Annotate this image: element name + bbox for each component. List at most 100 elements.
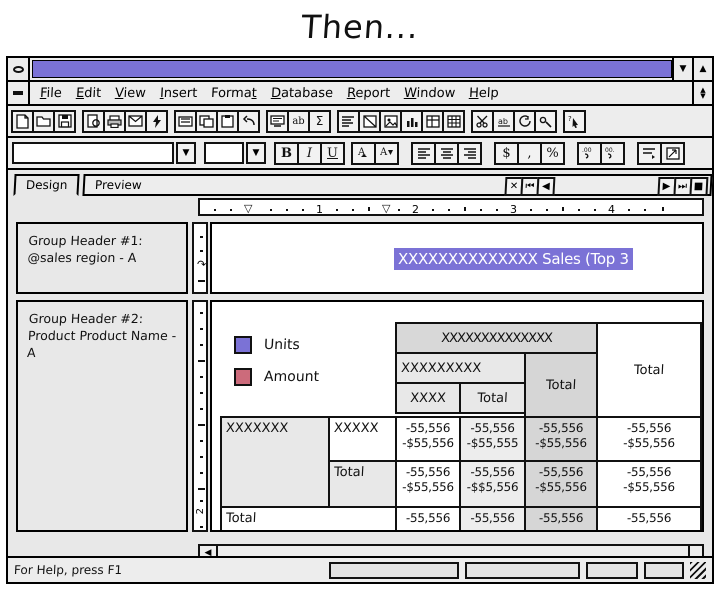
menu-view[interactable]: View: [115, 86, 147, 101]
picture-button[interactable]: [379, 109, 402, 133]
standard-toolbar: ab Σ ab ?: [8, 106, 712, 138]
grid-cell[interactable]: -55,556 -$55,556: [596, 416, 702, 462]
grid-row-sublabel[interactable]: XXXXX: [328, 416, 397, 462]
resize-grip-icon[interactable]: [690, 561, 706, 579]
link-button[interactable]: [534, 109, 557, 133]
align-center-button[interactable]: [434, 141, 459, 165]
grid-row-label[interactable]: XXXXXXX: [220, 416, 330, 508]
report-title-field[interactable]: XXXXXXXXXXXXXX Sales (Top 3: [394, 248, 633, 270]
undo-button[interactable]: [237, 109, 260, 133]
canvas-group-header-1[interactable]: XXXXXXXXXXXXXX Sales (Top 3: [210, 222, 704, 294]
menu-format[interactable]: Format: [211, 86, 258, 101]
insert-field-button[interactable]: ab: [287, 109, 310, 133]
grid-total-cell[interactable]: -55,556: [459, 506, 526, 530]
grid-cell[interactable]: -55,556 -$55,556: [395, 460, 461, 508]
run-lightning-button[interactable]: [145, 109, 168, 133]
menu-window[interactable]: Window: [404, 86, 456, 101]
underline-button[interactable]: U: [320, 141, 345, 165]
align-right-button[interactable]: [457, 141, 482, 165]
paste-region-button[interactable]: [216, 109, 239, 133]
grid-cell[interactable]: -55,556 -$55,556: [524, 460, 598, 508]
increase-decimal-button[interactable]: .00: [577, 141, 602, 165]
right-indent-marker-icon[interactable]: ▽: [382, 202, 390, 214]
grid-cell[interactable]: -55,556 -$55,555: [459, 416, 526, 462]
document-spinner-icon[interactable]: ▲ ▼: [692, 82, 712, 104]
grid-total-row-label[interactable]: Total: [220, 506, 397, 530]
filter-button[interactable]: [358, 109, 381, 133]
currency-format-button[interactable]: $: [494, 141, 519, 165]
grid-total-cell[interactable]: -55,556: [524, 506, 598, 530]
chart-button[interactable]: [400, 109, 423, 133]
scissors-button[interactable]: [471, 109, 494, 133]
comma-format-button[interactable]: ,: [517, 141, 542, 165]
grid-header-sub-total[interactable]: Total: [524, 352, 598, 418]
percent-format-button[interactable]: %: [540, 141, 565, 165]
band-group-header-1[interactable]: Group Header #1: @sales region - A: [16, 222, 188, 294]
font-size-input[interactable]: [204, 142, 244, 164]
chevron-up-icon[interactable]: ▲: [692, 58, 712, 80]
tab-preview[interactable]: Preview ✕ ⏮ ◀ ▶ ⏭ ■: [82, 174, 713, 196]
vertical-ruler-mark-2: 2: [195, 508, 206, 515]
vertical-ruler-band-2[interactable]: 2: [192, 300, 208, 532]
grid-cell[interactable]: -55,556 -$$5,556: [459, 460, 526, 508]
grid-header-span-all[interactable]: XXXXXXXXXXXXXX: [395, 322, 598, 354]
sort-button[interactable]: [337, 109, 360, 133]
menu-insert[interactable]: Insert: [159, 86, 197, 101]
vertical-ruler-band-1[interactable]: ↷: [192, 222, 208, 294]
font-color-button[interactable]: A: [351, 141, 376, 165]
save-button[interactable]: [53, 109, 76, 133]
print-preview-button[interactable]: [82, 109, 105, 133]
bold-button[interactable]: B: [274, 141, 299, 165]
mail-envelope-button[interactable]: [124, 109, 147, 133]
grid-cell[interactable]: -55,556 -$55,556: [596, 460, 702, 508]
font-name-input[interactable]: [12, 142, 174, 164]
spelling-button[interactable]: ab: [492, 109, 515, 133]
grid-row-sublabel-total[interactable]: Total: [328, 460, 397, 508]
insert-label-button[interactable]: [266, 109, 289, 133]
menu-file[interactable]: File: [40, 86, 63, 101]
stop-button[interactable]: ■: [689, 177, 709, 196]
chevron-down-icon[interactable]: ▼: [672, 58, 692, 80]
align-left-button[interactable]: [411, 141, 436, 165]
refresh-button[interactable]: [513, 109, 536, 133]
menu-edit[interactable]: Edit: [75, 86, 101, 101]
table-button[interactable]: [442, 109, 465, 133]
grid-cell[interactable]: -55,556 -$55,556: [395, 416, 461, 462]
grid-total-cell[interactable]: -55,556: [596, 506, 702, 530]
font-size-dropdown-icon[interactable]: ▼: [246, 142, 266, 164]
band-group-header-2[interactable]: Group Header #2: Product Product Name - A: [16, 300, 188, 532]
help-pointer-button[interactable]: ?: [563, 109, 586, 133]
alignment-group: [411, 141, 482, 165]
menu-help[interactable]: Help: [469, 86, 499, 101]
indent-button[interactable]: [637, 141, 662, 165]
copy-region-button[interactable]: [195, 109, 218, 133]
print-button[interactable]: [103, 109, 126, 133]
grid-total-cell[interactable]: -55,556: [395, 506, 461, 530]
previous-page-button[interactable]: ◀: [536, 177, 556, 196]
grid-header-span-sub[interactable]: XXXXXXXXX: [395, 352, 526, 384]
ruler-mark-4: 4: [608, 203, 615, 216]
window-restore-icon[interactable]: [8, 58, 30, 80]
grid-cell[interactable]: -55,556 -$55,556: [524, 416, 598, 462]
font-name-dropdown-icon[interactable]: ▼: [176, 142, 196, 164]
grid-header-leaf-total[interactable]: Total: [459, 382, 526, 414]
horizontal-ruler[interactable]: ▽ 1 ▽ 2 3 4: [198, 198, 704, 216]
open-folder-button[interactable]: [32, 109, 55, 133]
crosstab-button[interactable]: [421, 109, 444, 133]
grid-header-leaf[interactable]: XXXX: [395, 382, 461, 414]
view-tab-strip: Design Preview ✕ ⏮ ◀ ▶ ⏭ ■: [8, 170, 713, 196]
tab-design[interactable]: Design: [13, 174, 81, 196]
left-indent-marker-icon[interactable]: ▽: [244, 202, 252, 214]
cut-region-button[interactable]: [174, 109, 197, 133]
document-control-icon[interactable]: [8, 82, 30, 104]
canvas-group-header-2[interactable]: Units Amount XXXXXXXXXXXXXX Total XXXXXX…: [210, 300, 704, 532]
new-document-button[interactable]: [11, 109, 34, 133]
decrease-decimal-button[interactable]: 00.: [600, 141, 625, 165]
menu-database[interactable]: Database: [271, 86, 334, 101]
sum-button[interactable]: Σ: [308, 109, 331, 133]
fill-color-button[interactable]: A: [374, 141, 399, 165]
menu-report[interactable]: Report: [347, 86, 391, 101]
grid-header-grand-total[interactable]: Total: [596, 322, 702, 418]
zoom-selection-button[interactable]: [660, 141, 685, 165]
italic-button[interactable]: I: [297, 141, 322, 165]
